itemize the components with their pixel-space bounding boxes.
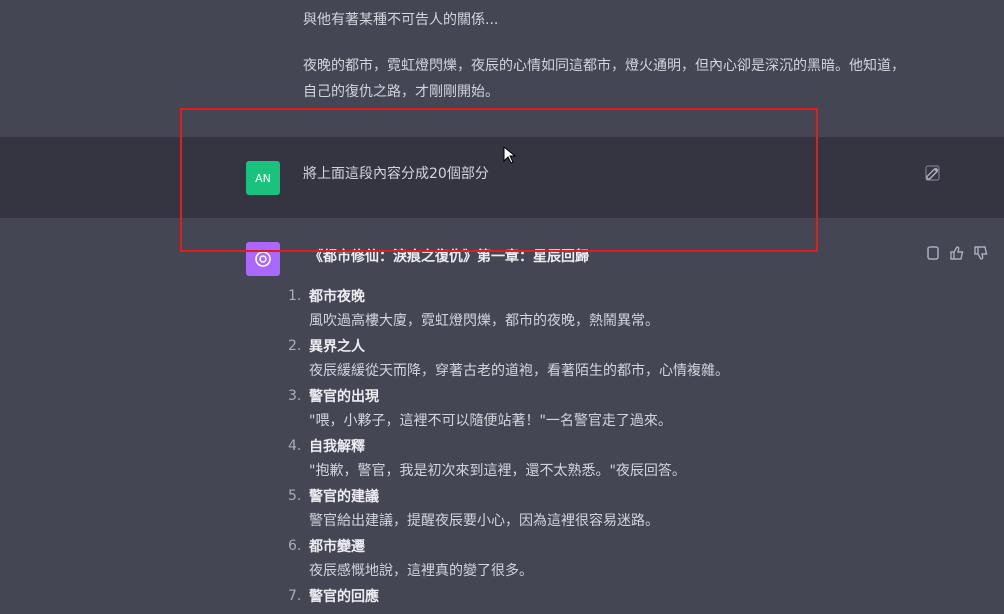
list-number: 6.	[288, 538, 302, 554]
list-heading: 警官的出現	[309, 389, 379, 405]
list-item: 5. 警官的建議 警官給出建議，提醒夜辰要小心，因為這裡很容易迷路。	[288, 488, 928, 530]
list-description: "喂，小夥子，這裡不可以隨便站著！"一名警官走了過來。	[309, 413, 672, 429]
list-number: 3.	[288, 388, 302, 404]
list-item: 4. 自我解釋 "抱歉，警官，我是初次來到這裡，還不太熟悉。"夜辰回答。	[288, 438, 928, 480]
message-actions	[924, 244, 990, 262]
previous-paragraph: 夜晚的都市，霓虹燈閃爍，夜辰的心情如同這都市，燈火通明，但內心卻是深沉的黑暗。他…	[303, 58, 905, 100]
list-item: 1. 都市夜晚 風吹過高樓大廈，霓虹燈閃爍，都市的夜晚，熱鬧異常。	[288, 288, 928, 330]
list-item: 7. 警官的回應	[288, 588, 928, 606]
response-title: 《都市修仙：淚痕之復仇》第一章：星辰回歸	[309, 249, 589, 265]
list-number: 4.	[288, 438, 302, 454]
mouse-cursor-icon	[503, 145, 517, 168]
user-message-text: 將上面這段內容分成20個部分	[303, 166, 489, 182]
previous-assistant-message: 與他有著某種不可告人的關係... 夜晚的都市，霓虹燈閃爍，夜辰的心情如同這都市，…	[0, 0, 1004, 137]
user-message: AN 將上面這段內容分成20個部分	[0, 137, 1004, 218]
list-description: "抱歉，警官，我是初次來到這裡，還不太熟悉。"夜辰回答。	[309, 463, 686, 479]
thumbs-up-icon[interactable]	[948, 244, 966, 262]
list-item: 2. 異界之人 夜辰緩緩從天而降，穿著古老的道袍，看著陌生的都市，心情複雜。	[288, 338, 928, 380]
copy-icon[interactable]	[924, 244, 942, 262]
list-heading: 警官的回應	[309, 589, 379, 605]
chatgpt-logo-icon	[246, 242, 280, 276]
list-number: 1.	[288, 288, 302, 304]
previous-partial-line: 與他有著某種不可告人的關係...	[303, 12, 499, 28]
thumbs-down-icon[interactable]	[972, 244, 990, 262]
list-number: 7.	[288, 588, 302, 604]
assistant-message: 《都市修仙：淚痕之復仇》第一章：星辰回歸 1. 都市夜晚 風吹過高樓大廈，霓虹燈…	[0, 218, 1004, 614]
list-description: 警官給出建議，提醒夜辰要小心，因為這裡很容易迷路。	[309, 513, 659, 529]
list-description: 夜辰感慨地說，這裡真的變了很多。	[309, 563, 533, 579]
list-item: 6. 都市變遷 夜辰感慨地說，這裡真的變了很多。	[288, 538, 928, 580]
response-list: 1. 都市夜晚 風吹過高樓大廈，霓虹燈閃爍，都市的夜晚，熱鬧異常。 2. 異界之…	[288, 288, 928, 614]
list-heading: 自我解釋	[309, 439, 365, 455]
list-heading: 都市夜晚	[309, 289, 365, 305]
list-number: 5.	[288, 488, 302, 504]
list-item: 3. 警官的出現 "喂，小夥子，這裡不可以隨便站著！"一名警官走了過來。	[288, 388, 928, 430]
user-avatar: AN	[246, 161, 280, 195]
list-heading: 異界之人	[309, 339, 365, 355]
edit-icon[interactable]	[924, 164, 942, 182]
list-description: 夜辰緩緩從天而降，穿著古老的道袍，看著陌生的都市，心情複雜。	[309, 363, 729, 379]
list-number: 2.	[288, 338, 302, 354]
list-heading: 都市變遷	[309, 539, 365, 555]
list-description: 風吹過高樓大廈，霓虹燈閃爍，都市的夜晚，熱鬧異常。	[309, 313, 659, 329]
list-heading: 警官的建議	[309, 489, 379, 505]
